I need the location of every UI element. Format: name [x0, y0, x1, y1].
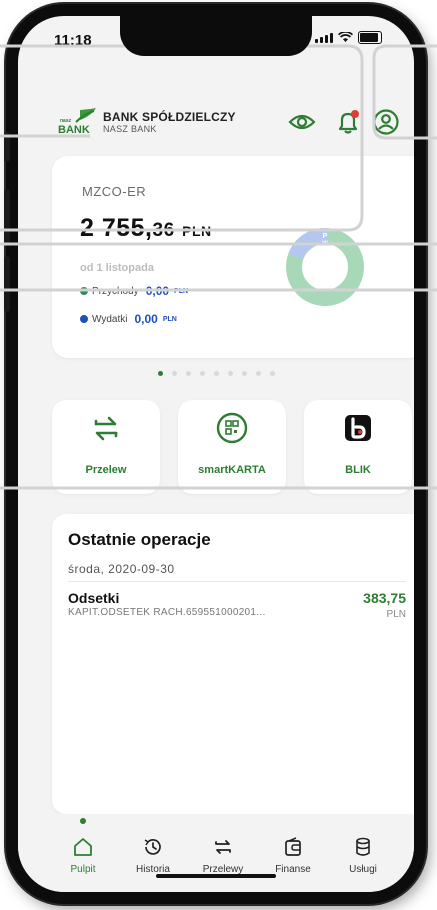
- volume-up-button: [4, 189, 10, 245]
- app-header: nasz BANK BANK SPÓŁDZIELCZY NASZ BANK: [18, 104, 414, 144]
- nav-item-przelewy[interactable]: Przelewy: [188, 836, 258, 875]
- active-indicator: [80, 818, 86, 824]
- nav-item-uslugi[interactable]: Usługi: [328, 836, 398, 875]
- nav-item-finanse[interactable]: Finanse: [258, 836, 328, 875]
- wifi-icon: [338, 32, 353, 42]
- volume-down-button: [4, 256, 10, 312]
- donut-label-top: P: [323, 233, 328, 240]
- signal-icon: [315, 32, 333, 43]
- qr-card-icon: [216, 412, 248, 444]
- app-screen: 11:18 nasz BANK BANK SPÓŁDZIELCZY NASZ B…: [18, 16, 414, 892]
- balance-currency: PLN: [182, 223, 212, 239]
- operations-title: Ostatnie operacje: [68, 530, 211, 549]
- bank-logo: nasz BANK: [58, 108, 96, 136]
- page-dot[interactable]: [269, 371, 275, 376]
- database-icon: [356, 837, 370, 856]
- expense-dot: [80, 315, 88, 323]
- expense-label: Wydatki: [92, 313, 128, 325]
- eye-icon[interactable]: [288, 108, 316, 136]
- divider: [68, 581, 406, 582]
- bank-name: BANK SPÓŁDZIELCZY: [103, 110, 236, 124]
- status-time: 11:18: [54, 32, 92, 49]
- balance-decimal: 36: [152, 220, 175, 241]
- home-icon: [74, 838, 92, 856]
- quick-action-smartkarta[interactable]: smartKARTA: [178, 400, 286, 494]
- account-name: MZCO-ER: [82, 184, 147, 199]
- battery-icon: [358, 31, 382, 44]
- svg-text:BANK: BANK: [58, 124, 90, 136]
- quick-action-label: Przelew: [85, 464, 127, 476]
- mute-switch: [4, 132, 10, 162]
- quick-action-label: BLIK: [345, 464, 371, 476]
- transaction-currency: PLN: [386, 609, 406, 620]
- quick-action-label: smartKARTA: [198, 464, 266, 476]
- income-label: Przychody: [92, 285, 139, 297]
- notification-bell-icon[interactable]: [334, 108, 362, 136]
- profile-icon[interactable]: [372, 108, 400, 136]
- transfer-icon: [94, 416, 118, 441]
- recent-operations: Ostatnie operacje środa, 2020-09-30 Odse…: [52, 514, 414, 814]
- status-icons: [315, 31, 382, 44]
- nav-item-pulpit[interactable]: Pulpit: [48, 836, 118, 875]
- home-indicator[interactable]: [156, 874, 276, 878]
- nav-label: Pulpit: [70, 864, 96, 875]
- bank-subtitle: NASZ BANK: [103, 124, 157, 134]
- page-dot[interactable]: [241, 371, 247, 376]
- quick-action-transfer[interactable]: Przelew: [52, 400, 160, 494]
- blik-icon: [345, 415, 371, 441]
- page-dot[interactable]: [213, 371, 219, 376]
- page-dot[interactable]: [199, 371, 205, 376]
- income-unit: PLN: [174, 287, 189, 295]
- page-dot[interactable]: [157, 371, 163, 376]
- transaction-amount: 383,75: [363, 590, 406, 606]
- wallet-icon: [285, 837, 301, 856]
- bottom-navigation: Pulpit Historia Przelewy Finanse Usługi: [18, 814, 414, 892]
- expense-legend: Wydatki 0,00 PLN: [80, 312, 177, 326]
- carousel-pagination[interactable]: [18, 371, 414, 376]
- income-dot: [80, 287, 88, 295]
- income-value: 0,00: [145, 284, 170, 298]
- operations-date: środa, 2020-09-30: [68, 562, 175, 576]
- quick-action-blik[interactable]: BLIK: [304, 400, 412, 494]
- phone-frame: 11:18 nasz BANK BANK SPÓŁDZIELCZY NASZ B…: [4, 4, 426, 904]
- nav-item-historia[interactable]: Historia: [118, 836, 188, 875]
- history-icon: [144, 839, 161, 855]
- account-card[interactable]: MZCO-ER 2 755,36 PLN od 1 listopada Przy…: [52, 156, 414, 358]
- page-dot[interactable]: [185, 371, 191, 376]
- page-dot[interactable]: [255, 371, 261, 376]
- page-dot[interactable]: [171, 371, 177, 376]
- transaction-description: KAPIT.ODSETEK RACH.659551000201...: [68, 607, 266, 618]
- account-balance: 2 755,36 PLN: [80, 214, 212, 243]
- expense-value: 0,00: [134, 312, 158, 326]
- notch: [120, 16, 312, 56]
- income-legend: Przychody 0,00 PLN: [80, 284, 188, 298]
- donut-label-bottom: W: [322, 241, 328, 247]
- transaction-name: Odsetki: [68, 590, 120, 606]
- period-label: od 1 listopada: [80, 262, 154, 274]
- nav-label: Usługi: [349, 864, 377, 875]
- expense-unit: PLN: [162, 315, 177, 323]
- balance-integer: 2 755,: [80, 214, 153, 242]
- income-expense-donut: P W: [286, 228, 364, 306]
- transfers-icon: [215, 840, 231, 854]
- page-dot[interactable]: [227, 371, 233, 376]
